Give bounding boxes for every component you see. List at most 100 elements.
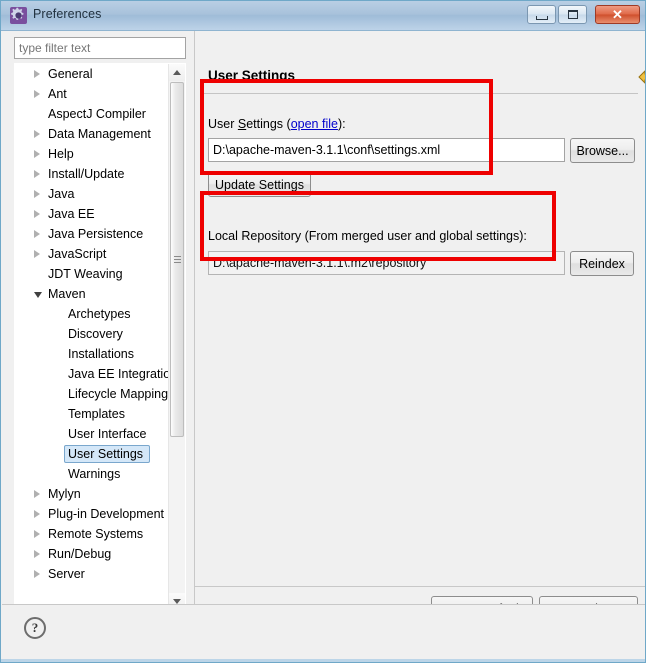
tree-item-install-update[interactable]: Install/Update <box>15 164 170 184</box>
open-file-link[interactable]: open file <box>291 117 338 131</box>
reindex-button[interactable]: Reindex <box>570 251 634 276</box>
tree-item-aspectj-compiler[interactable]: AspectJ Compiler <box>15 104 170 124</box>
update-settings-button[interactable]: Update Settings <box>208 172 311 197</box>
close-icon: ✕ <box>612 7 623 22</box>
tree-item-help[interactable]: Help <box>15 144 170 164</box>
tree-item-label: Help <box>48 147 74 161</box>
triangle-up-icon <box>173 70 181 75</box>
tree-item-ant[interactable]: Ant <box>15 84 170 104</box>
tree-item-javascript[interactable]: JavaScript <box>15 244 170 264</box>
tree-item-data-management[interactable]: Data Management <box>15 124 170 144</box>
page-title: User Settings <box>208 68 296 83</box>
tree-item-user-settings[interactable]: User Settings <box>15 444 170 464</box>
tree-collapsed-arrow-icon[interactable] <box>34 70 40 78</box>
tree-item-label: Installations <box>68 347 135 361</box>
tree-item-label: JDT Weaving <box>48 267 123 281</box>
browse-button[interactable]: Browse... <box>570 138 635 163</box>
tree-item-maven[interactable]: Maven <box>15 284 170 304</box>
tree-collapsed-arrow-icon[interactable] <box>34 230 40 238</box>
tree-item-label: AspectJ Compiler <box>48 107 146 121</box>
tree-collapsed-arrow-icon[interactable] <box>34 90 40 98</box>
tree-item-warnings[interactable]: Warnings <box>15 464 170 484</box>
tree-item-label: Plug-in Development <box>48 507 165 521</box>
preferences-window: Preferences ✕ General Ant AspectJ Compiler… <box>0 0 646 663</box>
tree-item-label: Lifecycle Mappings <box>68 387 170 401</box>
back-arrow-icon[interactable] <box>637 69 646 85</box>
tree-item-label: Templates <box>68 407 125 421</box>
tree-item-lifecycle-mappings[interactable]: Lifecycle Mappings <box>15 384 170 404</box>
window-titlebar: Preferences ✕ <box>1 1 645 31</box>
tree-collapsed-arrow-icon[interactable] <box>34 170 40 178</box>
tree-collapsed-arrow-icon[interactable] <box>34 210 40 218</box>
tree-collapsed-arrow-icon[interactable] <box>34 190 40 198</box>
tree-item-label: Discovery <box>68 327 123 341</box>
title-separator <box>204 93 638 94</box>
tree-item-java-ee-integration[interactable]: Java EE Integration <box>15 364 170 384</box>
tree-collapsed-arrow-icon[interactable] <box>34 530 40 538</box>
tree-item-archetypes[interactable]: Archetypes <box>15 304 170 324</box>
tree-item-label: General <box>48 67 93 81</box>
preferences-tree[interactable]: General Ant AspectJ Compiler Data Managemen… <box>14 63 186 611</box>
tree-item-label: Java <box>48 187 75 201</box>
tree-item-java-persistence[interactable]: Java Persistence <box>15 224 170 244</box>
tree-item-plug-in-development[interactable]: Plug-in Development <box>15 504 170 524</box>
close-button[interactable]: ✕ <box>595 5 640 24</box>
help-icon[interactable]: ? <box>24 617 46 639</box>
tree-vertical-scrollbar[interactable] <box>168 64 185 610</box>
tree-expanded-arrow-icon[interactable] <box>34 292 42 298</box>
scroll-up-button[interactable] <box>169 64 185 81</box>
window-bottom-edge <box>1 659 645 662</box>
local-repository-path-input[interactable] <box>208 251 565 275</box>
tree-item-label: Data Management <box>48 127 151 141</box>
tree-collapsed-arrow-icon[interactable] <box>34 490 40 498</box>
tree-item-java-ee[interactable]: Java EE <box>15 204 170 224</box>
tree-item-label: Server <box>48 567 85 581</box>
filter-input[interactable] <box>14 37 186 59</box>
tree-collapsed-arrow-icon[interactable] <box>34 510 40 518</box>
tree-item-label: Mylyn <box>48 487 81 501</box>
dialog-body: General Ant AspectJ Compiler Data Managemen… <box>2 31 646 631</box>
tree-item-label: Archetypes <box>68 307 131 321</box>
tree-item-label: Run/Debug <box>48 547 112 561</box>
tree-item-run-debug[interactable]: Run/Debug <box>15 544 170 564</box>
tree-item-label: User Interface <box>68 427 147 441</box>
minimize-button[interactable] <box>527 5 556 24</box>
tree-collapsed-arrow-icon[interactable] <box>34 250 40 258</box>
tree-item-label: Java EE Integration <box>68 367 170 381</box>
tree-item-mylyn[interactable]: Mylyn <box>15 484 170 504</box>
vertical-scroll-thumb[interactable] <box>170 82 184 437</box>
tree-item-general[interactable]: General <box>15 64 170 84</box>
user-settings-label: User Settings (open file): <box>208 117 346 131</box>
tree-item-java[interactable]: Java <box>15 184 170 204</box>
tree-items-container: General Ant AspectJ Compiler Data Managemen… <box>15 64 170 610</box>
restore-button[interactable] <box>558 5 587 24</box>
tree-collapsed-arrow-icon[interactable] <box>34 550 40 558</box>
local-repository-label: Local Repository (From merged user and g… <box>208 229 527 243</box>
tree-item-user-interface[interactable]: User Interface <box>15 424 170 444</box>
tree-item-remote-systems[interactable]: Remote Systems <box>15 524 170 544</box>
user-settings-label-suffix: ): <box>337 117 346 131</box>
tree-item-discovery[interactable]: Discovery <box>15 324 170 344</box>
tree-item-templates[interactable]: Templates <box>15 404 170 424</box>
tree-item-label: User Settings <box>68 447 144 461</box>
tree-collapsed-arrow-icon[interactable] <box>34 130 40 138</box>
tree-item-server[interactable]: Server <box>15 564 170 584</box>
tree-item-label: Remote Systems <box>48 527 144 541</box>
tree-item-label: Java Persistence <box>48 227 144 241</box>
window-title: Preferences <box>33 7 102 21</box>
tree-item-label: Install/Update <box>48 167 125 181</box>
gear-icon <box>10 7 27 24</box>
tree-item-label: Maven <box>48 287 86 301</box>
user-settings-path-input[interactable] <box>208 138 565 162</box>
minimize-icon <box>536 16 548 20</box>
tree-item-label: Java EE <box>48 207 95 221</box>
tree-item-installations[interactable]: Installations <box>15 344 170 364</box>
tree-item-label: JavaScript <box>48 247 107 261</box>
user-settings-label-prefix: User <box>208 117 238 131</box>
user-settings-label-mnemonic: S <box>237 117 247 131</box>
tree-item-label: Warnings <box>68 467 121 481</box>
tree-item-jdt-weaving[interactable]: JDT Weaving <box>15 264 170 284</box>
tree-collapsed-arrow-icon[interactable] <box>34 570 40 578</box>
tree-collapsed-arrow-icon[interactable] <box>34 150 40 158</box>
restore-icon <box>568 10 578 19</box>
